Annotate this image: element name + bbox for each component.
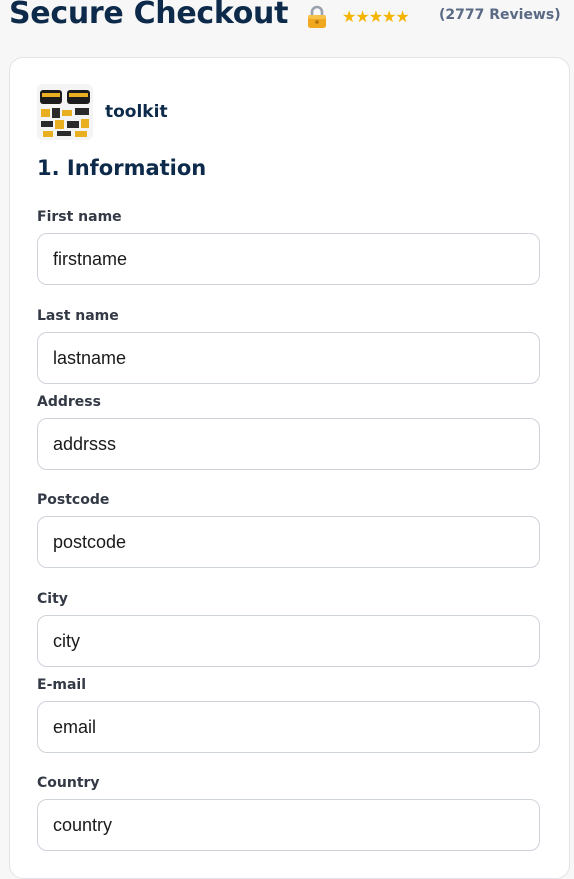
email-label: E-mail (37, 677, 87, 693)
email-input[interactable] (37, 701, 540, 753)
city-label: City (37, 591, 68, 607)
product-name: toolkit (105, 102, 168, 122)
address-label: Address (37, 394, 101, 410)
country-label: Country (37, 775, 100, 791)
checkout-card: toolkit 1. Information First name Last n… (9, 57, 570, 879)
page-title: Secure Checkout (9, 0, 289, 31)
lock-icon (306, 5, 328, 29)
address-input[interactable] (37, 418, 540, 470)
product-summary: toolkit (37, 84, 168, 140)
rating-stars: ★★★★★ (342, 7, 410, 26)
first-name-label: First name (37, 209, 122, 225)
header-bar: Secure Checkout ★★★★★ (2777 Reviews) (0, 0, 574, 46)
reviews-count[interactable]: (2777 Reviews) (439, 7, 561, 23)
last-name-input[interactable] (37, 332, 540, 384)
postcode-input[interactable] (37, 516, 540, 568)
first-name-input[interactable] (37, 233, 540, 285)
toolkit-product-image (37, 84, 93, 140)
section-title: 1. Information (37, 156, 207, 180)
country-input[interactable] (37, 799, 540, 851)
city-input[interactable] (37, 615, 540, 667)
last-name-label: Last name (37, 308, 119, 324)
postcode-label: Postcode (37, 492, 110, 508)
